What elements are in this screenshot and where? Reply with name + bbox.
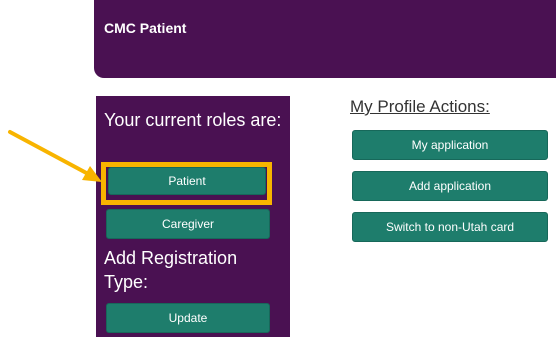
caregiver-role-button[interactable]: Caregiver <box>106 209 270 239</box>
roles-panel: Your current roles are: Patient Caregive… <box>96 96 290 337</box>
switch-card-button[interactable]: Switch to non-Utah card <box>352 212 548 242</box>
page-title: CMC Patient <box>104 20 187 36</box>
page: CMC Patient Your current roles are: Pati… <box>0 0 556 337</box>
my-application-button[interactable]: My application <box>352 130 548 160</box>
add-registration-heading: Add Registration Type: <box>104 248 238 292</box>
profile-actions-heading: My Profile Actions: <box>350 97 490 116</box>
update-button[interactable]: Update <box>106 303 270 333</box>
add-application-button[interactable]: Add application <box>352 171 548 201</box>
pointer-arrow-icon <box>8 130 102 182</box>
highlight-box <box>101 162 272 205</box>
header-banner: CMC Patient <box>94 0 556 78</box>
current-roles-heading: Your current roles are: <box>104 110 282 130</box>
